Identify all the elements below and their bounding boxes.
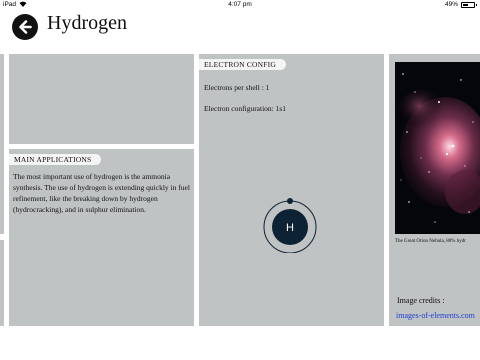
electron-configuration: Electron configuration: 1s1 [204,104,287,113]
electrons-per-shell: Electrons per shell : 1 [204,83,270,92]
battery-percent: 49% [444,1,458,8]
electron-config-header: ELECTRON CONFIG [199,59,286,70]
orion-nebula-image [395,62,480,234]
clock: 4:07 pm [228,1,252,8]
battery-icon [461,2,477,8]
image-panel: The Great Orion Nebula, 80% hydr Image c… [389,54,480,326]
offscreen-panel-top [0,54,4,234]
applications-text: The most important use of hydrogen is th… [13,172,190,214]
empty-panel [9,54,194,144]
back-button[interactable] [12,14,38,40]
electron [287,198,293,204]
image-caption: The Great Orion Nebula, 80% hydr [395,239,466,244]
battery-fill [463,4,468,6]
image-credits-label: Image credits : [397,296,445,305]
atom-symbol: H [286,222,294,234]
page-title: Hydrogen [47,12,127,34]
arrow-left-icon [19,20,32,34]
offscreen-panel-bottom [0,240,4,326]
status-bar: iPad 4:07 pm 49% [0,0,480,10]
electron-config-panel: ELECTRON CONFIG Electrons per shell : 1 … [199,54,384,326]
image-credits-link[interactable]: images-of-elements.com [396,311,475,320]
applications-panel: MAIN APPLICATIONS The most important use… [9,149,194,326]
atom-diagram: H [263,198,317,253]
applications-header: MAIN APPLICATIONS [9,154,102,165]
